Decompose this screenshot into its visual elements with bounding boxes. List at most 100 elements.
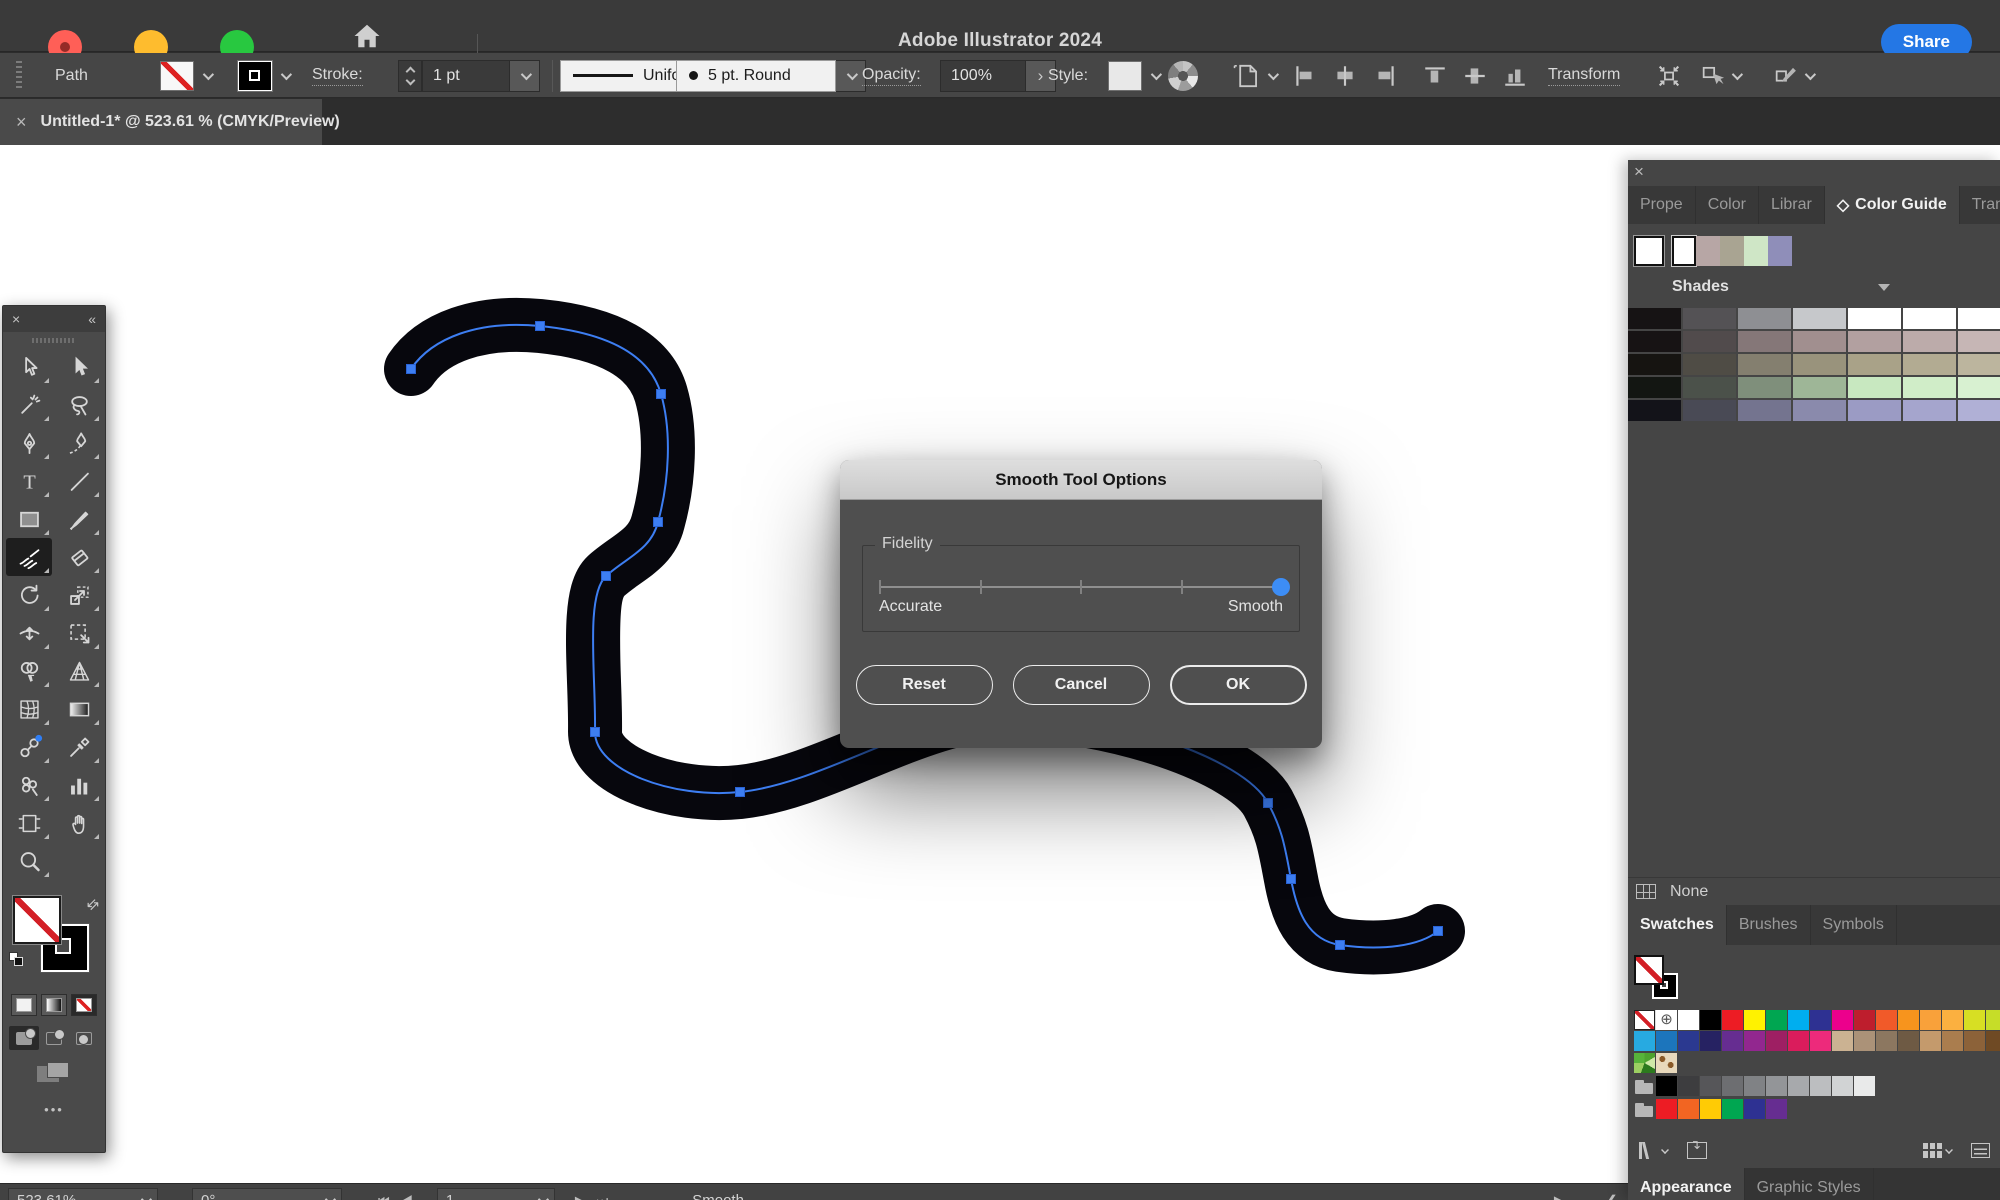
- line-segment-tool[interactable]: [56, 462, 102, 500]
- eyedropper-tool[interactable]: [56, 728, 102, 766]
- shade-swatch[interactable]: [1903, 354, 1956, 375]
- lasso-tool[interactable]: [56, 386, 102, 424]
- tab-symbols[interactable]: Symbols: [1811, 905, 1897, 945]
- shade-swatch[interactable]: [1903, 331, 1956, 352]
- none-swatch[interactable]: [1634, 1010, 1656, 1030]
- stroke-weight-chevron-icon[interactable]: [510, 59, 540, 92]
- gradient-tool[interactable]: [56, 690, 102, 728]
- variation-dropdown-icon[interactable]: [1878, 284, 1890, 291]
- controlbar-grip[interactable]: [16, 61, 22, 91]
- tools-close-icon[interactable]: ×: [12, 311, 20, 327]
- shade-swatch[interactable]: [1958, 331, 2000, 352]
- anchor-point[interactable]: [590, 727, 600, 737]
- tab-prope[interactable]: Prope: [1628, 186, 1696, 224]
- color-swatch[interactable]: [1678, 1031, 1699, 1051]
- tab-color-guide[interactable]: ◇ Color Guide: [1824, 186, 1960, 224]
- select-similar-icon[interactable]: [1699, 62, 1744, 90]
- stroke-color-swatch[interactable]: [237, 59, 273, 92]
- color-swatch[interactable]: [1700, 1099, 1721, 1119]
- color-swatch[interactable]: [1942, 1031, 1963, 1051]
- color-swatch[interactable]: [1964, 1031, 1985, 1051]
- shade-swatch[interactable]: [1683, 400, 1736, 421]
- shade-swatch[interactable]: [1903, 308, 1956, 329]
- isolate-edit-icon[interactable]: [1772, 62, 1817, 90]
- color-swatch[interactable]: [1832, 1010, 1853, 1030]
- pattern-brown-swatch[interactable]: [1656, 1053, 1677, 1073]
- shape-builder-tool[interactable]: [6, 652, 52, 690]
- color-swatch[interactable]: [1810, 1010, 1831, 1030]
- shade-swatch[interactable]: [1958, 308, 2000, 329]
- symbol-sprayer-tool[interactable]: [6, 766, 52, 804]
- anchor-point[interactable]: [1286, 874, 1296, 884]
- free-transform-tool[interactable]: [56, 614, 102, 652]
- brush-definition-dropdown[interactable]: 5 pt. Round: [676, 59, 836, 92]
- color-swatch[interactable]: [1920, 1031, 1941, 1051]
- tab-graphic-styles[interactable]: Graphic Styles: [1745, 1168, 1874, 1200]
- shade-swatch[interactable]: [1628, 377, 1681, 398]
- shade-swatch[interactable]: [1628, 400, 1681, 421]
- color-swatch[interactable]: [1766, 1099, 1787, 1119]
- recolor-artwork-icon[interactable]: [1168, 60, 1198, 91]
- artboard-number-dropdown[interactable]: 1: [436, 1187, 555, 1200]
- color-swatch[interactable]: [1722, 1010, 1743, 1030]
- pattern-green-swatch[interactable]: [1634, 1053, 1655, 1073]
- transform-label[interactable]: Transform: [1548, 66, 1621, 86]
- stroke-label[interactable]: Stroke:: [312, 66, 363, 86]
- color-swatch[interactable]: [1656, 1076, 1677, 1096]
- color-swatch[interactable]: [1744, 1010, 1765, 1030]
- selection-tool[interactable]: [6, 348, 52, 386]
- stroke-chevron-icon[interactable]: [272, 61, 298, 91]
- style-swatch[interactable]: [1108, 60, 1142, 91]
- document-tab[interactable]: × Untitled-1* @ 523.61 % (CMYK/Preview): [0, 99, 340, 145]
- color-swatch[interactable]: [1810, 1031, 1831, 1051]
- fidelity-slider-handle[interactable]: [1272, 578, 1290, 596]
- dialog-title[interactable]: Smooth Tool Options: [840, 460, 1322, 500]
- shade-swatch[interactable]: [1738, 400, 1791, 421]
- color-swatch[interactable]: [1744, 1099, 1765, 1119]
- opacity-label[interactable]: Opacity:: [862, 66, 921, 86]
- swatch-group-folder-icon[interactable]: [1634, 1099, 1655, 1119]
- anchor-point[interactable]: [735, 787, 745, 797]
- shade-swatch[interactable]: [1848, 331, 1901, 352]
- anchor-point[interactable]: [1263, 798, 1273, 808]
- tab-close-icon[interactable]: ×: [16, 112, 27, 133]
- harmony-color[interactable]: [1696, 236, 1720, 266]
- tab-librar[interactable]: Librar: [1759, 186, 1825, 224]
- shade-swatch[interactable]: [1903, 400, 1956, 421]
- color-swatch[interactable]: [1920, 1010, 1941, 1030]
- shade-swatch[interactable]: [1958, 354, 2000, 375]
- color-swatch[interactable]: [1832, 1031, 1853, 1051]
- shade-swatch[interactable]: [1738, 354, 1791, 375]
- direct-selection-tool[interactable]: [56, 348, 102, 386]
- artboard-next-icons[interactable]: ▶ ⏭: [575, 1193, 612, 1200]
- align-left-icon[interactable]: [1292, 63, 1318, 89]
- swatch-group-folder-icon[interactable]: [1634, 1076, 1655, 1096]
- tools-collapse-icon[interactable]: «: [88, 311, 96, 327]
- color-swatch[interactable]: [1656, 1099, 1677, 1119]
- align-bottom-icon[interactable]: [1502, 63, 1528, 89]
- harmony-color[interactable]: [1671, 235, 1697, 267]
- artboard-tool[interactable]: [6, 804, 52, 842]
- pen-tool[interactable]: [6, 424, 52, 462]
- anchor-point[interactable]: [656, 389, 666, 399]
- color-swatch[interactable]: [1678, 1076, 1699, 1096]
- tab-brushes[interactable]: Brushes: [1727, 905, 1811, 945]
- anchor-point[interactable]: [601, 571, 611, 581]
- rectangle-tool[interactable]: [6, 500, 52, 538]
- color-button[interactable]: [11, 994, 37, 1016]
- shade-swatch[interactable]: [1683, 354, 1736, 375]
- harmony-color[interactable]: [1768, 236, 1792, 266]
- color-swatch[interactable]: [1678, 1010, 1699, 1030]
- shade-swatch[interactable]: [1683, 377, 1736, 398]
- blend-tool[interactable]: [6, 728, 52, 766]
- draw-inside-button[interactable]: [69, 1026, 99, 1050]
- color-swatch[interactable]: [1854, 1076, 1875, 1096]
- fidelity-slider[interactable]: [879, 576, 1290, 598]
- tab-swatches[interactable]: Swatches: [1628, 905, 1727, 945]
- document-setup-icon[interactable]: [1230, 53, 1280, 98]
- graph-tool[interactable]: [56, 766, 102, 804]
- curvature-tool[interactable]: [56, 424, 102, 462]
- tools-grip[interactable]: [3, 332, 105, 348]
- style-chevron-icon[interactable]: [1142, 61, 1168, 91]
- paintbrush-tool[interactable]: [56, 500, 102, 538]
